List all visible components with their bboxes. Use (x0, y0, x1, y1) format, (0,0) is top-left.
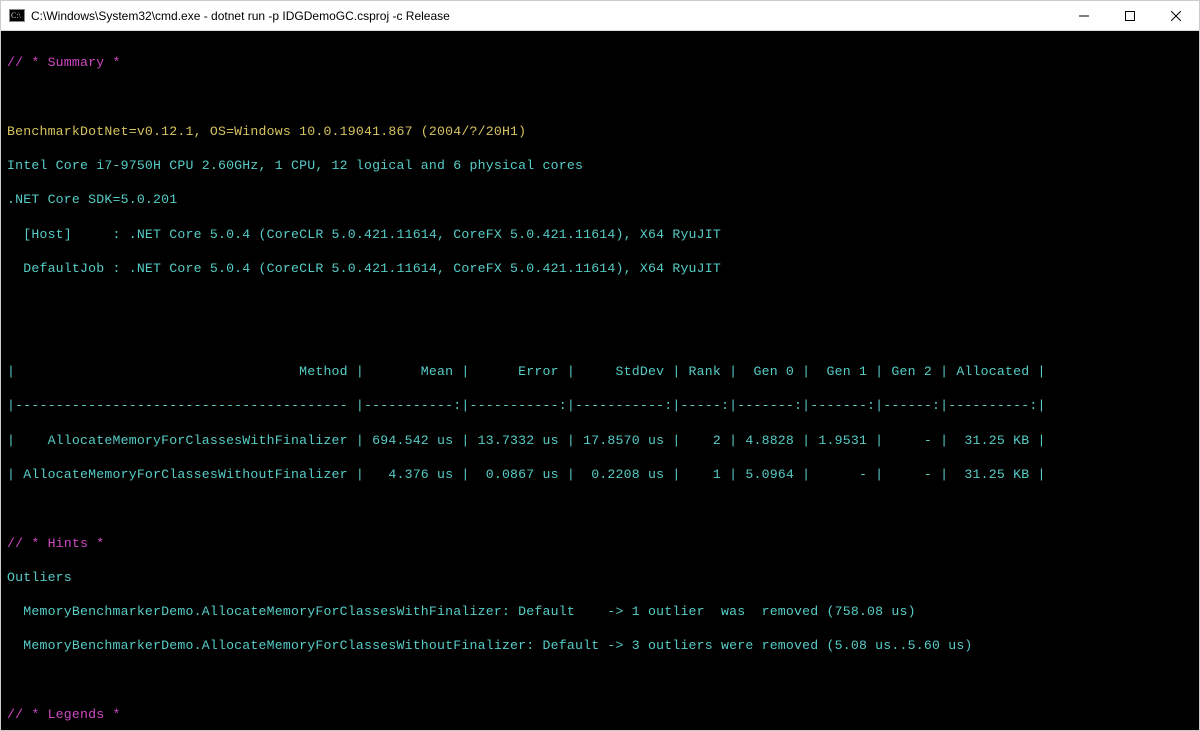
section-header-hints: // * Hints * (7, 535, 1193, 552)
section-header-legends: // * Legends * (7, 706, 1193, 723)
blank-line (7, 88, 1193, 105)
table-row: | AllocateMemoryForClassesWithFinalizer … (7, 432, 1193, 449)
table-header: | Method | Mean | Error | StdDev | Rank … (7, 363, 1193, 380)
terminal-output[interactable]: // * Summary * BenchmarkDotNet=v0.12.1, … (1, 31, 1199, 730)
env-line: DefaultJob : .NET Core 5.0.4 (CoreCLR 5.… (7, 260, 1193, 277)
table-rule: |---------------------------------------… (7, 397, 1193, 414)
blank-line (7, 294, 1193, 311)
blank-line (7, 329, 1193, 346)
env-line: BenchmarkDotNet=v0.12.1, OS=Windows 10.0… (7, 123, 1193, 140)
window-title: C:\Windows\System32\cmd.exe - dotnet run… (31, 9, 1061, 23)
env-line: Intel Core i7-9750H CPU 2.60GHz, 1 CPU, … (7, 157, 1193, 174)
outlier-line: MemoryBenchmarkerDemo.AllocateMemoryForC… (7, 603, 1193, 620)
env-line: [Host] : .NET Core 5.0.4 (CoreCLR 5.0.42… (7, 226, 1193, 243)
section-header-summary: // * Summary * (7, 54, 1193, 71)
outliers-label: Outliers (7, 569, 1193, 586)
svg-text:C:\: C:\ (11, 11, 22, 20)
outlier-line: MemoryBenchmarkerDemo.AllocateMemoryForC… (7, 637, 1193, 654)
minimize-button[interactable] (1061, 1, 1107, 31)
close-button[interactable] (1153, 1, 1199, 31)
blank-line (7, 500, 1193, 517)
blank-line (7, 672, 1193, 689)
env-line: .NET Core SDK=5.0.201 (7, 191, 1193, 208)
window-buttons (1061, 1, 1199, 31)
cmd-icon: C:\ (9, 8, 25, 24)
window-titlebar: C:\ C:\Windows\System32\cmd.exe - dotnet… (1, 1, 1199, 31)
table-row: | AllocateMemoryForClassesWithoutFinaliz… (7, 466, 1193, 483)
maximize-button[interactable] (1107, 1, 1153, 31)
